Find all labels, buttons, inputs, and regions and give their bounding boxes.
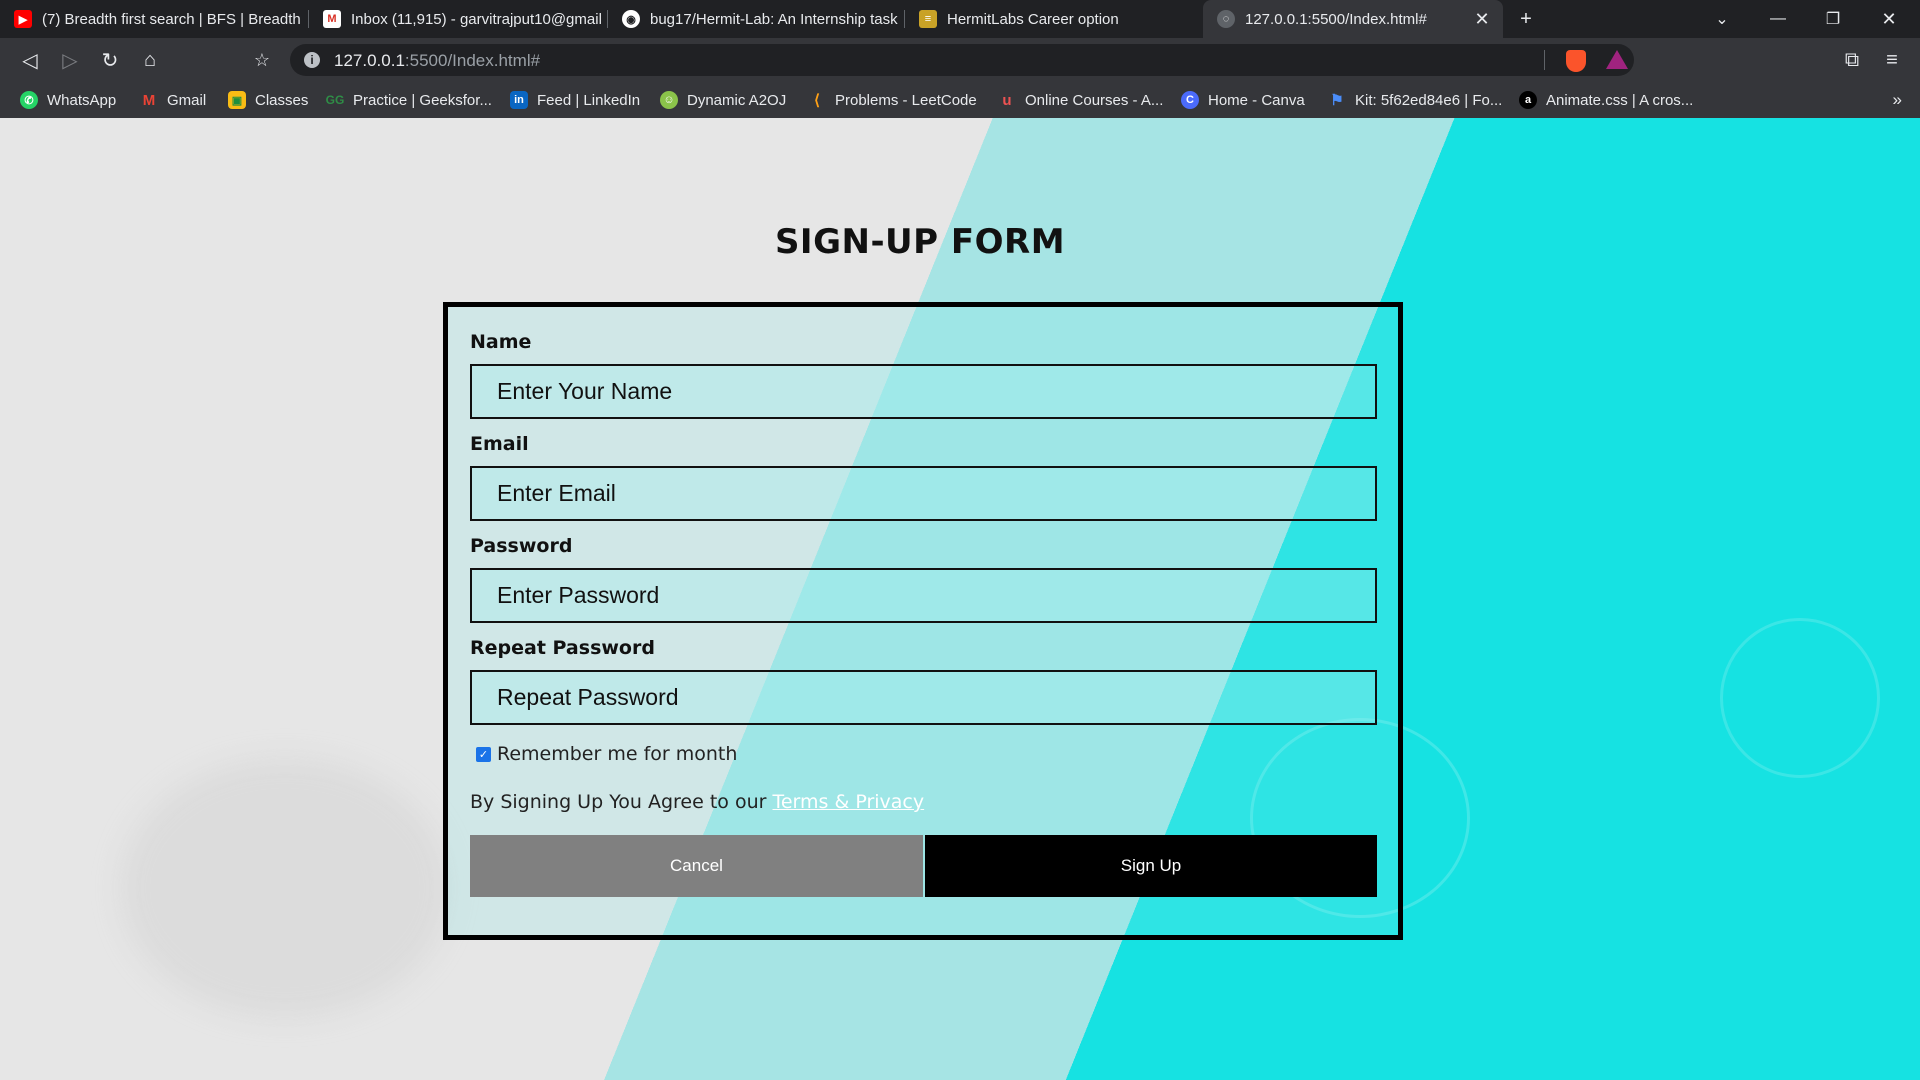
close-window-icon[interactable]: ✕ bbox=[1876, 6, 1902, 32]
reload-icon[interactable]: ↻ bbox=[96, 46, 124, 74]
home-icon[interactable]: ⌂ bbox=[136, 46, 164, 74]
name-input[interactable] bbox=[470, 364, 1377, 419]
new-tab-button[interactable]: + bbox=[1513, 6, 1539, 32]
tab-search-icon[interactable]: ⌄ bbox=[1709, 6, 1735, 32]
bookmark-label: Online Courses - A... bbox=[1025, 91, 1164, 109]
signup-button[interactable]: Sign Up bbox=[925, 835, 1377, 897]
tab-title: HermitLabs Career option bbox=[947, 10, 1119, 28]
site-info-icon[interactable]: i bbox=[304, 52, 320, 68]
bookmark-whatsapp[interactable]: ✆ WhatsApp bbox=[20, 91, 116, 109]
terms-privacy-link[interactable]: Terms & Privacy bbox=[772, 791, 924, 813]
extensions-icon[interactable]: ⧉ bbox=[1838, 46, 1866, 74]
tab-title: 127.0.0.1:5500/Index.html# bbox=[1245, 10, 1427, 28]
cancel-button[interactable]: Cancel bbox=[470, 835, 923, 897]
repeat-password-label: Repeat Password bbox=[470, 637, 655, 659]
animate-icon: a bbox=[1519, 91, 1537, 109]
omnibox-divider bbox=[1544, 50, 1545, 70]
tab-strip: ▶ (7) Breadth first search | BFS | Bread… bbox=[0, 0, 1920, 38]
terms-text: By Signing Up You Agree to our Terms & P… bbox=[470, 791, 924, 813]
back-icon[interactable]: ◁ bbox=[16, 46, 44, 74]
name-label: Name bbox=[470, 331, 532, 353]
youtube-icon: ▶ bbox=[14, 10, 32, 28]
bookmark-label: Home - Canva bbox=[1208, 91, 1305, 109]
brave-rewards-icon[interactable] bbox=[1606, 50, 1628, 69]
remember-label: Remember me for month bbox=[497, 743, 738, 765]
tab-hermitlabs[interactable]: ≡ HermitLabs Career option bbox=[905, 0, 1201, 38]
leetcode-icon: ⟨ bbox=[808, 91, 826, 109]
minimize-icon[interactable]: — bbox=[1765, 6, 1791, 32]
remember-row: ✓ Remember me for month bbox=[476, 743, 737, 765]
bookmark-a2oj[interactable]: ☺ Dynamic A2OJ bbox=[660, 91, 786, 109]
tab-title: Inbox (11,915) - garvitrajput10@gmail bbox=[351, 10, 602, 28]
bookmark-label: Gmail bbox=[167, 91, 207, 109]
password-input[interactable] bbox=[470, 568, 1377, 623]
whatsapp-icon: ✆ bbox=[20, 91, 38, 109]
hermitlabs-icon: ≡ bbox=[919, 10, 937, 28]
page-viewport: SIGN-UP FORM Name Email Password Repeat … bbox=[0, 118, 1920, 1080]
bookmark-geeksforgeeks[interactable]: GG Practice | Geeksfor... bbox=[326, 91, 492, 109]
tab-youtube[interactable]: ▶ (7) Breadth first search | BFS | Bread… bbox=[0, 0, 308, 38]
bookmark-gmail[interactable]: M Gmail bbox=[140, 91, 206, 109]
bookmark-kit[interactable]: ⚑ Kit: 5f62ed84e6 | Fo... bbox=[1328, 91, 1502, 109]
tab-title: bug17/Hermit-Lab: An Internship task bbox=[650, 10, 898, 28]
email-label: Email bbox=[470, 433, 529, 455]
background-bubble bbox=[1720, 618, 1880, 778]
email-input[interactable] bbox=[470, 466, 1377, 521]
more-bookmarks-icon[interactable]: » bbox=[1893, 90, 1902, 110]
menu-icon[interactable]: ≡ bbox=[1878, 46, 1906, 74]
bookmark-label: Animate.css | A cros... bbox=[1546, 91, 1694, 109]
bookmark-label: WhatsApp bbox=[47, 91, 117, 109]
udemy-icon: u bbox=[998, 91, 1016, 109]
terms-prefix: By Signing Up You Agree to our bbox=[470, 791, 773, 813]
browser-toolbar: ◁ ▷ ↻ ⌂ ☆ i 127.0.0.1:5500/Index.html# ⧉… bbox=[0, 38, 1920, 82]
bookmark-classes[interactable]: ▣ Classes bbox=[228, 91, 308, 109]
bookmark-linkedin[interactable]: in Feed | LinkedIn bbox=[510, 91, 640, 109]
repeat-password-input[interactable] bbox=[470, 670, 1377, 725]
bookmark-label: Kit: 5f62ed84e6 | Fo... bbox=[1355, 91, 1503, 109]
tab-active-localhost[interactable]: ◌ 127.0.0.1:5500/Index.html# ✕ bbox=[1203, 0, 1503, 38]
bookmark-udemy[interactable]: u Online Courses - A... bbox=[998, 91, 1163, 109]
bookmarks-bar: ✆ WhatsApp M Gmail ▣ Classes GG Practice… bbox=[0, 82, 1920, 118]
tab-title: (7) Breadth first search | BFS | Breadth bbox=[42, 10, 301, 28]
bookmark-label: Dynamic A2OJ bbox=[687, 91, 787, 109]
bookmark-icon[interactable]: ☆ bbox=[248, 46, 276, 74]
a2oj-icon: ☺ bbox=[660, 91, 678, 109]
globe-icon: ◌ bbox=[1217, 10, 1235, 28]
bookmark-label: Practice | Geeksfor... bbox=[353, 91, 492, 109]
tab-gmail[interactable]: M Inbox (11,915) - garvitrajput10@gmail bbox=[309, 0, 607, 38]
classroom-icon: ▣ bbox=[228, 91, 246, 109]
gmail-icon: M bbox=[140, 91, 158, 109]
url-host: 127.0.0.1 bbox=[334, 51, 405, 70]
bookmark-label: Classes bbox=[255, 91, 309, 109]
bookmark-animate[interactable]: a Animate.css | A cros... bbox=[1519, 91, 1693, 109]
address-url: 127.0.0.1:5500/Index.html# bbox=[334, 51, 540, 71]
linkedin-icon: in bbox=[510, 91, 528, 109]
geeksforgeeks-icon: GG bbox=[325, 91, 345, 109]
brave-shields-icon[interactable] bbox=[1566, 50, 1586, 72]
bookmark-label: Feed | LinkedIn bbox=[537, 91, 641, 109]
bookmark-label: Problems - LeetCode bbox=[835, 91, 977, 109]
bookmark-canva[interactable]: C Home - Canva bbox=[1181, 91, 1305, 109]
canva-icon: C bbox=[1181, 91, 1199, 109]
bookmark-leetcode[interactable]: ⟨ Problems - LeetCode bbox=[808, 91, 977, 109]
url-path: :5500/Index.html# bbox=[404, 51, 541, 70]
address-bar[interactable]: i 127.0.0.1:5500/Index.html# bbox=[290, 44, 1634, 76]
gmail-icon: M bbox=[323, 10, 341, 28]
flag-icon: ⚑ bbox=[1328, 91, 1346, 109]
github-icon: ◉ bbox=[622, 10, 640, 28]
signup-form: Name Email Password Repeat Password ✓ Re… bbox=[443, 302, 1403, 940]
close-tab-icon[interactable]: ✕ bbox=[1471, 8, 1493, 30]
password-label: Password bbox=[470, 535, 573, 557]
forward-icon[interactable]: ▷ bbox=[56, 46, 84, 74]
page-title: SIGN-UP FORM bbox=[774, 222, 1066, 262]
restore-icon[interactable]: ❐ bbox=[1820, 6, 1846, 32]
background-bubble bbox=[120, 758, 450, 1018]
remember-checkbox[interactable]: ✓ bbox=[476, 746, 491, 762]
tab-github[interactable]: ◉ bug17/Hermit-Lab: An Internship task bbox=[608, 0, 904, 38]
